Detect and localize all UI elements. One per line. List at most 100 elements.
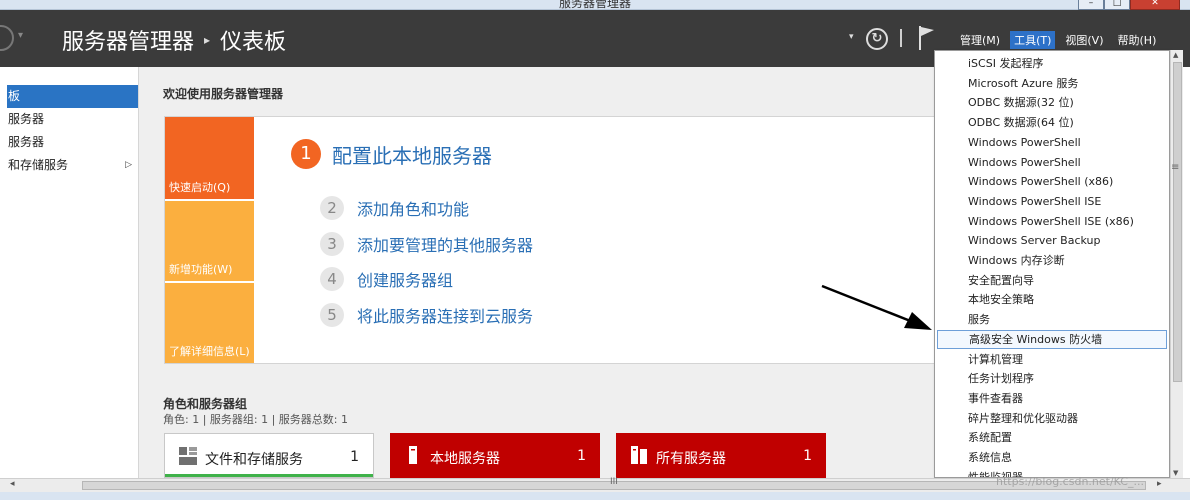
notification-flag-icon[interactable]	[918, 26, 936, 50]
sidebar-item-file-storage[interactable]: 和存储服务 ▷	[7, 154, 138, 177]
menu-view[interactable]: 视图(V)	[1061, 31, 1107, 49]
step-number: 1	[291, 139, 321, 169]
tools-menu-item[interactable]: ODBC 数据源(32 位)	[937, 93, 1167, 112]
tile-quick-start[interactable]: 快速启动(Q)	[165, 117, 254, 199]
step-number: 4	[320, 267, 344, 291]
chevron-down-icon[interactable]: ▾	[849, 32, 854, 42]
sidebar-item-dashboard[interactable]: 板	[7, 85, 138, 108]
tools-menu-item[interactable]: 本地安全策略	[937, 290, 1167, 309]
tools-menu-item[interactable]: 计算机管理	[937, 350, 1167, 369]
role-card-name: 本地服务器	[430, 451, 500, 467]
step-link[interactable]: 添加角色和功能	[357, 196, 469, 220]
welcome-title: 欢迎使用服务器管理器	[163, 87, 284, 101]
scroll-up-icon[interactable]: ▲	[1173, 51, 1178, 59]
tools-menu-item[interactable]: Microsoft Azure 服务	[937, 74, 1167, 93]
tile-learn-more[interactable]: 了解详细信息(L)	[165, 283, 254, 363]
close-icon[interactable]: ✕	[1130, 0, 1180, 10]
tools-menu-item[interactable]: 任务计划程序	[937, 369, 1167, 388]
tools-menu-item[interactable]: 安全配置向导	[937, 271, 1167, 290]
breadcrumb-app: 服务器管理器	[62, 30, 195, 55]
menu-manage[interactable]: 管理(M)	[956, 31, 1004, 49]
scroll-thumb[interactable]	[1173, 62, 1182, 382]
scroll-down-icon[interactable]: ▼	[1173, 469, 1178, 477]
role-card-local-server[interactable]: 本地服务器 1	[390, 433, 600, 478]
step-link[interactable]: 创建服务器组	[357, 267, 453, 291]
minimize-icon[interactable]: –	[1078, 0, 1104, 10]
step-number: 2	[320, 196, 344, 220]
chevron-down-icon[interactable]: ▾	[18, 30, 23, 41]
sidebar-item-label: 服务器	[8, 112, 45, 126]
vertical-scrollbar[interactable]: ▲ ▼	[1170, 50, 1183, 478]
step-connect-cloud[interactable]: 5 将此服务器连接到云服务	[320, 303, 533, 327]
tools-menu-item[interactable]: 服务	[937, 310, 1167, 329]
tile-label: 了解详细信息(L)	[169, 345, 250, 358]
step-number: 3	[320, 232, 344, 256]
quick-start-panel: 快速启动(Q) 新增功能(W) 了解详细信息(L) 1 配置此本地服务器 2 添…	[164, 116, 936, 364]
roles-section-title: 角色和服务器组	[163, 397, 248, 411]
tools-menu-item[interactable]: 系统配置	[937, 428, 1167, 447]
tools-menu-item[interactable]: ODBC 数据源(64 位)	[937, 113, 1167, 132]
step-number: 5	[320, 303, 344, 327]
sidebar-item-label: 和存储服务	[8, 158, 69, 172]
menu-help[interactable]: 帮助(H)	[1114, 31, 1161, 49]
tools-menu-item[interactable]: iSCSI 发起程序	[937, 54, 1167, 73]
role-card-name: 文件和存储服务	[205, 452, 303, 468]
tools-menu-item[interactable]: Windows PowerShell ISE (x86)	[937, 212, 1167, 231]
menu-tools[interactable]: 工具(T)	[1010, 31, 1056, 49]
back-icon[interactable]	[0, 25, 14, 51]
tools-menu-item[interactable]: 碎片整理和优化驱动器	[937, 409, 1167, 428]
breadcrumb-separator-icon: ▸	[204, 33, 211, 47]
breadcrumb: 服务器管理器 ▸ 仪表板	[62, 24, 286, 56]
servers-icon	[631, 446, 647, 464]
role-card-file-storage[interactable]: 文件和存储服务 1	[164, 433, 374, 478]
scroll-grip-icon: III	[610, 477, 618, 487]
dashboard-content: 欢迎使用服务器管理器 快速启动(Q) 新增功能(W) 了解详细信息(L) 1 配…	[139, 67, 936, 478]
refresh-icon[interactable]: ↻	[866, 28, 888, 50]
sidebar-item-all-servers[interactable]: 服务器	[7, 131, 138, 154]
role-card-name: 所有服务器	[656, 451, 726, 467]
file-storage-icon	[179, 447, 197, 465]
sidebar-item-local-server[interactable]: 服务器	[7, 108, 138, 131]
role-card-count: 1	[803, 448, 812, 464]
server-manager-window: 服务器管理器 – □ ✕ ▾ 服务器管理器 ▸ 仪表板 ▾ ↻ 管理(M) 工具…	[0, 0, 1190, 500]
sidebar-item-label: 板	[8, 89, 21, 103]
tile-label: 快速启动(Q)	[169, 181, 231, 194]
step-link[interactable]: 将此服务器连接到云服务	[357, 303, 533, 327]
step-link[interactable]: 添加要管理的其他服务器	[357, 232, 533, 256]
menu-bar: 管理(M) 工具(T) 视图(V) 帮助(H)	[956, 31, 1166, 49]
sidebar: 板 服务器 服务器 和存储服务 ▷	[7, 67, 139, 478]
step-create-group[interactable]: 4 创建服务器组	[320, 267, 453, 291]
tile-label: 新增功能(W)	[169, 263, 233, 276]
tile-whats-new[interactable]: 新增功能(W)	[165, 201, 254, 281]
maximize-icon[interactable]: □	[1104, 0, 1130, 10]
tools-menu-item[interactable]: 高级安全 Windows 防火墙	[937, 329, 1167, 349]
header-divider	[900, 29, 902, 47]
server-icon	[409, 446, 417, 464]
step-configure-local-server[interactable]: 1 配置此本地服务器	[291, 139, 492, 169]
step-link[interactable]: 配置此本地服务器	[332, 140, 492, 169]
tools-menu-item[interactable]: Windows 内存诊断	[937, 251, 1167, 270]
tools-menu-item[interactable]: Windows PowerShell	[937, 133, 1167, 152]
scroll-right-icon[interactable]: ▸	[1157, 479, 1162, 489]
step-add-roles[interactable]: 2 添加角色和功能	[320, 196, 469, 220]
watermark: https://blog.csdn.net/KC_...	[996, 475, 1144, 488]
tools-menu-item[interactable]: Windows PowerShell	[937, 153, 1167, 172]
title-bar: 服务器管理器 – □ ✕	[0, 0, 1190, 10]
role-card-all-servers[interactable]: 所有服务器 1	[616, 433, 826, 478]
step-add-servers[interactable]: 3 添加要管理的其他服务器	[320, 232, 533, 256]
window-bottom-border	[0, 492, 1190, 500]
role-card-count: 1	[350, 449, 359, 465]
tools-dropdown-menu: iSCSI 发起程序 Microsoft Azure 服务 ODBC 数据源(32 …	[934, 50, 1170, 478]
tools-menu-item[interactable]: 系统信息	[937, 448, 1167, 467]
scroll-left-icon[interactable]: ◂	[10, 479, 15, 489]
status-bar	[165, 474, 373, 477]
tools-menu-item[interactable]: Windows Server Backup	[937, 231, 1167, 250]
tools-menu-item[interactable]: 事件查看器	[937, 389, 1167, 408]
expand-arrow-icon[interactable]: ▷	[125, 154, 132, 177]
resize-grip-icon[interactable]: ≡	[1171, 162, 1179, 173]
sidebar-item-label: 服务器	[8, 135, 45, 149]
tools-menu-item[interactable]: Windows PowerShell (x86)	[937, 172, 1167, 191]
roles-summary: 角色: 1 | 服务器组: 1 | 服务器总数: 1	[163, 413, 349, 426]
breadcrumb-page: 仪表板	[220, 30, 287, 55]
tools-menu-item[interactable]: Windows PowerShell ISE	[937, 192, 1167, 211]
